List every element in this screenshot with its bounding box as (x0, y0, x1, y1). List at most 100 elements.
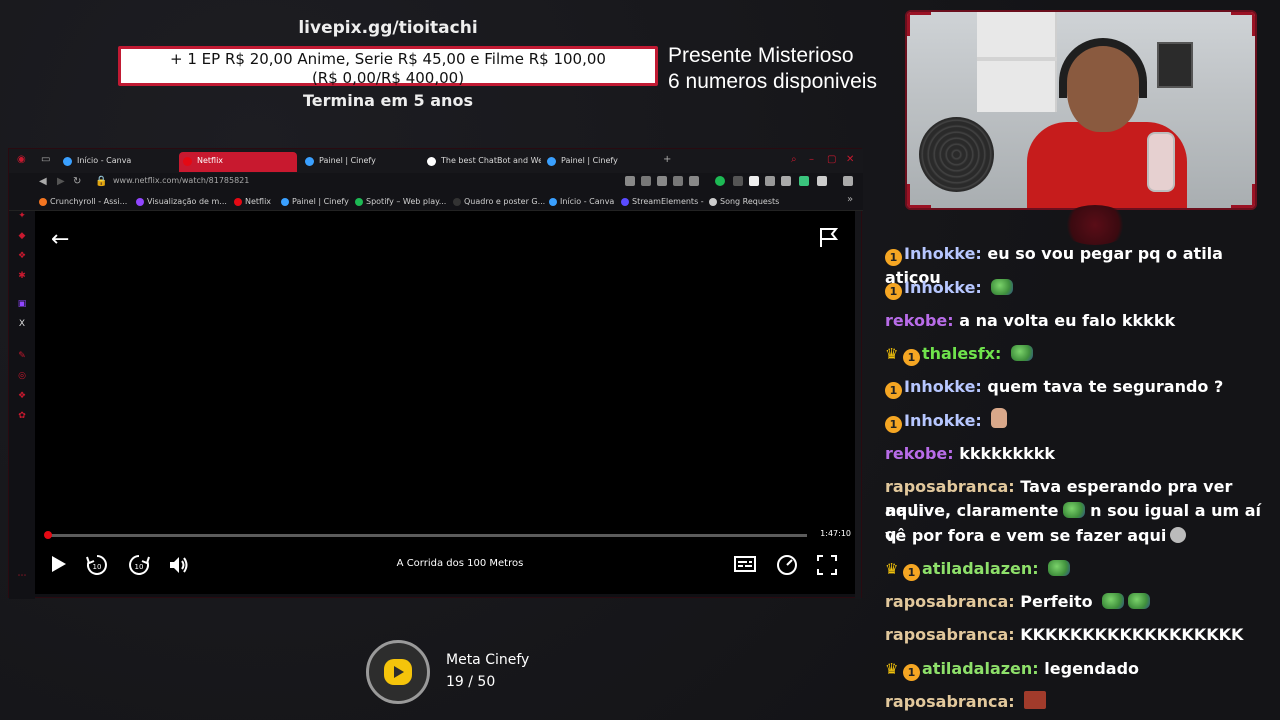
rewind-10-icon[interactable]: 10 (85, 553, 109, 577)
extension-icon[interactable] (641, 176, 651, 186)
sidebar-icon[interactable]: ❖ (17, 251, 27, 261)
tab-label: Netflix (197, 156, 224, 165)
donation-goal-box: + 1 EP R$ 20,00 Anime, Serie R$ 45,00 e … (118, 46, 658, 87)
bookmark-item[interactable]: Netflix (234, 197, 271, 206)
new-tab-icon[interactable]: + (663, 154, 671, 165)
bookmark-item[interactable]: StreamElements - (621, 197, 704, 206)
sidebar-icon[interactable]: ❖ (17, 391, 27, 401)
bookmark-item[interactable]: Visualização de m... (136, 197, 227, 206)
forward-icon[interactable]: ▶ (57, 176, 65, 187)
browser-sidebar: ✦ ◆ ❖ ✱ ▣ X ✎ ◎ ❖ ✿ ⋯ (9, 211, 35, 599)
bookmark-item[interactable]: Início - Canva (549, 197, 614, 206)
bookmarks-more-icon[interactable]: » (847, 194, 853, 205)
progress-knob[interactable] (44, 531, 53, 539)
sub-badge-icon: 1 (885, 416, 902, 433)
sidebar-icon[interactable]: ✿ (17, 411, 27, 421)
bookmark-icon (355, 198, 363, 206)
tab-cinefy-2[interactable]: Painel | Cinefy (543, 152, 661, 172)
chat-text: Perfeito (1020, 592, 1093, 611)
headset (1059, 38, 1147, 98)
webcam-speaker (919, 117, 994, 192)
minimize-icon[interactable]: – (809, 154, 814, 165)
extension-icon[interactable] (765, 176, 775, 186)
webcam-feed (905, 10, 1257, 210)
report-flag-icon[interactable] (817, 225, 841, 249)
tab-cinefy[interactable]: Painel | Cinefy (301, 152, 419, 172)
video-title: A Corrida dos 100 Metros (396, 558, 524, 569)
scrollbar[interactable] (855, 211, 861, 599)
extension-icon[interactable] (673, 176, 683, 186)
frog-emote-icon (1128, 593, 1151, 609)
chat-username: rekobe: (885, 311, 954, 330)
bookmarks-bar: Crunchyroll - Assi... Visualização de m.… (9, 193, 863, 211)
bookmark-icon (234, 198, 242, 206)
forward-10-icon[interactable]: 10 (127, 553, 151, 577)
extension-icon[interactable] (689, 176, 699, 186)
extension-icon[interactable] (781, 176, 791, 186)
svg-text:10: 10 (135, 563, 144, 571)
reload-icon[interactable]: ↻ (73, 176, 81, 187)
back-icon[interactable]: ◀ (39, 176, 47, 187)
twitch-icon[interactable]: ▣ (17, 299, 27, 309)
tab-label: Painel | Cinefy (561, 156, 618, 165)
subtitles-icon[interactable] (733, 553, 757, 577)
back-arrow-icon[interactable]: ← (51, 227, 69, 252)
extension-icon[interactable] (749, 176, 759, 186)
extension-icon[interactable] (733, 176, 743, 186)
bookmark-label: Painel | Cinefy (292, 197, 349, 206)
volume-icon[interactable] (167, 553, 191, 577)
progress-bar[interactable] (44, 531, 807, 539)
close-icon[interactable]: ✕ (846, 154, 854, 165)
maximize-icon[interactable]: ▢ (827, 154, 836, 165)
donation-goal-progress: (R$ 0,00/R$ 400,00) (311, 69, 465, 87)
fullscreen-icon[interactable] (815, 553, 839, 577)
tab-netflix[interactable]: Netflix (179, 152, 297, 172)
chat-text: vê por fora e vem se fazer aqui (885, 526, 1167, 545)
extension-icon[interactable] (715, 176, 725, 186)
cinefy-logo-icon (366, 640, 430, 704)
sidebar-icon[interactable]: ◎ (17, 371, 27, 381)
sidebar-icon[interactable]: ◆ (17, 231, 27, 241)
bookmark-item[interactable]: Spotify – Web play... (355, 197, 446, 206)
search-icon[interactable]: ⌕ (791, 154, 797, 165)
webcam-shelf (977, 12, 1057, 112)
video-player[interactable]: ← 1:47:10 10 10 A Corrida dos 100 Metros (35, 211, 857, 594)
frame-corner (907, 12, 931, 36)
bookmark-item[interactable]: Song Requests (709, 197, 779, 206)
chat-message: raposabranca: KKKKKKKKKKKKKKKKKK (885, 623, 1265, 647)
bookmark-item[interactable]: Crunchyroll - Assi... (39, 197, 127, 206)
svg-text:10: 10 (93, 563, 102, 571)
extension-icon[interactable] (657, 176, 667, 186)
tab-list-icon[interactable]: ▭ (41, 154, 50, 165)
browser-logo-icon[interactable]: ◉ (17, 154, 26, 165)
chat-username: Inhokke: (904, 278, 982, 297)
tab-chatbot[interactable]: The best ChatBot and We (423, 152, 541, 172)
bookmark-label: Visualização de m... (147, 197, 227, 206)
tab-label: The best ChatBot and We (441, 156, 541, 165)
chat-username: thalesfx: (922, 344, 1002, 363)
extension-icon[interactable] (625, 176, 635, 186)
playback-speed-icon[interactable] (775, 553, 799, 577)
sub-badge-icon: 1 (885, 249, 902, 266)
play-icon[interactable] (47, 553, 69, 575)
chat-message: 1 Inhokke: (885, 276, 1265, 300)
tab-canva[interactable]: Início - Canva (59, 152, 177, 172)
sidebar-icon[interactable]: ✦ (17, 211, 27, 221)
bookmark-item[interactable]: Quadro e poster G... (453, 197, 545, 206)
extension-icon[interactable] (817, 176, 827, 186)
donation-url: livepix.gg/tioitachi (298, 18, 478, 38)
extension-icon[interactable] (843, 176, 853, 186)
sidebar-more-icon[interactable]: ⋯ (17, 571, 27, 581)
donation-goal-text: + 1 EP R$ 20,00 Anime, Serie R$ 45,00 e … (170, 50, 606, 68)
chat-message: ♛ 1 atiladalazen: legendado (885, 657, 1265, 681)
x-icon[interactable]: X (17, 319, 27, 329)
sidebar-icon[interactable]: ✎ (17, 351, 27, 361)
url-field[interactable]: www.netflix.com/watch/81785821 (113, 176, 249, 185)
face-emote-icon (1170, 527, 1187, 543)
sidebar-icon[interactable]: ✱ (17, 271, 27, 281)
frame-corner (1231, 12, 1255, 36)
bookmark-item[interactable]: Painel | Cinefy (281, 197, 349, 206)
extension-icon[interactable] (799, 176, 809, 186)
cinefy-goal-widget: Meta Cinefy 19 / 50 (366, 640, 566, 704)
chat-text: na live, claramente (885, 501, 1059, 520)
